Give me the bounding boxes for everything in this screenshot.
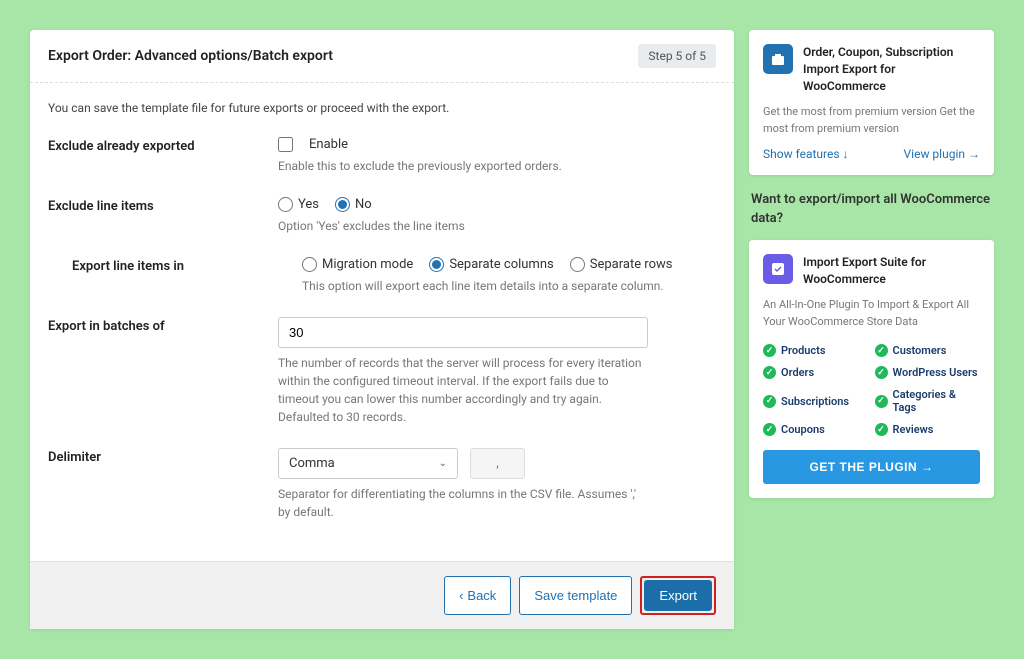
field-exclude-line: Exclude line items Yes No Option 'Yes' e…: [48, 197, 716, 235]
check-icon: ✓: [875, 344, 888, 357]
package-icon: [763, 44, 793, 74]
radio-migration[interactable]: [302, 257, 317, 272]
export-button[interactable]: Export: [644, 580, 712, 611]
radio-no[interactable]: [335, 197, 350, 212]
sidebar: Order, Coupon, Subscription Import Expor…: [749, 30, 994, 629]
features-grid: ✓Products ✓Customers ✓Orders ✓WordPress …: [763, 344, 980, 436]
check-icon: ✓: [875, 395, 888, 408]
suite-icon: [763, 254, 793, 284]
chevron-left-icon: ‹: [459, 588, 463, 603]
chevron-down-icon: ⌄: [439, 458, 447, 469]
field-delimiter: Delimiter Comma⌄ , Separator for differe…: [48, 448, 716, 521]
field-exclude-exported: Exclude already exported Enable Enable t…: [48, 137, 716, 175]
check-icon: ✓: [763, 366, 776, 379]
panel-header: Export Order: Advanced options/Batch exp…: [30, 30, 734, 83]
main-panel: Export Order: Advanced options/Batch exp…: [30, 30, 734, 629]
radio-separate-cols[interactable]: [429, 257, 444, 272]
premium-card: Order, Coupon, Subscription Import Expor…: [749, 30, 994, 175]
arrow-right-icon: →: [968, 147, 980, 161]
check-icon: ✓: [763, 344, 776, 357]
export-highlight: Export: [640, 576, 716, 615]
enable-checkbox[interactable]: [278, 137, 293, 152]
delimiter-select[interactable]: Comma⌄: [278, 448, 458, 479]
check-icon: ✓: [763, 423, 776, 436]
step-badge: Step 5 of 5: [638, 44, 716, 68]
back-button[interactable]: ‹Back: [444, 576, 511, 615]
intro-text: You can save the template file for futur…: [48, 101, 716, 115]
radio-yes[interactable]: [278, 197, 293, 212]
save-template-button[interactable]: Save template: [519, 576, 632, 615]
batches-input[interactable]: [278, 317, 648, 348]
arrow-down-icon: ↓: [843, 147, 849, 161]
footer-actions: ‹Back Save template Export: [30, 561, 734, 629]
page-title: Export Order: Advanced options/Batch exp…: [48, 48, 333, 64]
get-plugin-button[interactable]: GET THE PLUGIN →: [763, 450, 980, 484]
check-icon: ✓: [875, 423, 888, 436]
check-icon: ✓: [875, 366, 888, 379]
suite-card: Import Export Suite for WooCommerce An A…: [749, 240, 994, 499]
promo-question: Want to export/import all WooCommerce da…: [749, 187, 994, 227]
delimiter-preview: ,: [470, 448, 525, 479]
view-plugin-link[interactable]: View plugin→: [904, 147, 980, 161]
show-features-link[interactable]: Show features↓: [763, 147, 849, 161]
field-batches: Export in batches of The number of recor…: [48, 317, 716, 426]
field-export-line: Export line items in Migration mode Sepa…: [48, 257, 716, 295]
radio-separate-rows[interactable]: [570, 257, 585, 272]
check-icon: ✓: [763, 395, 776, 408]
